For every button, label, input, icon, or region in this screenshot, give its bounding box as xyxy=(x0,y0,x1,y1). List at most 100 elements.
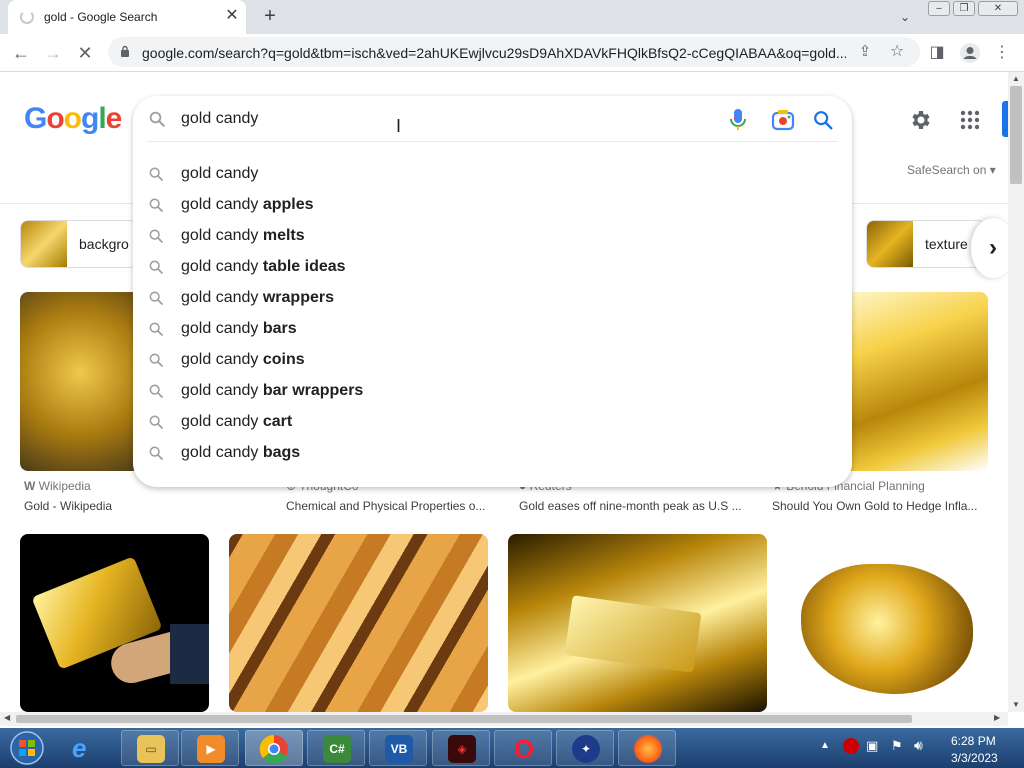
new-tab-button[interactable]: + xyxy=(259,5,281,27)
result-title[interactable]: Gold eases off nine-month peak as U.S ..… xyxy=(519,499,749,513)
settings-gear-icon[interactable] xyxy=(908,108,932,132)
lock-icon xyxy=(121,45,129,57)
search-submit-icon[interactable] xyxy=(812,109,834,131)
safesearch-label: SafeSearch on xyxy=(907,163,987,177)
vertical-scrollbar[interactable]: ▲ ▼ xyxy=(1008,72,1024,712)
taskbar-app-globe[interactable]: ✦ xyxy=(556,730,614,766)
taskbar-media-player[interactable]: ▶ xyxy=(181,730,239,766)
tray-expand-icon[interactable]: ▲ xyxy=(820,740,830,751)
related-chip-background[interactable]: backgro xyxy=(20,220,140,268)
taskbar-vb[interactable]: VB xyxy=(369,730,427,766)
safesearch-dropdown[interactable]: SafeSearch on ▾ xyxy=(907,163,996,177)
url-text: google.com/search?q=gold&tbm=isch&ved=2a… xyxy=(142,45,846,61)
search-icon xyxy=(149,322,163,336)
suggestion-item[interactable]: gold candy table ideas xyxy=(133,252,852,283)
text-cursor-icon: I xyxy=(396,116,402,136)
forward-icon[interactable]: → xyxy=(42,42,64,64)
action-center-flag-icon[interactable]: ⚑ xyxy=(891,738,903,754)
google-logo[interactable]: Google xyxy=(24,102,122,136)
result-image-gold-bar-stack[interactable] xyxy=(229,534,488,712)
related-chip-texture[interactable]: texture xyxy=(866,220,986,268)
scroll-right-icon[interactable]: ▶ xyxy=(994,713,1000,722)
suggestion-text: gold candy bars xyxy=(181,320,297,337)
taskbar-opera[interactable]: O xyxy=(494,730,552,766)
result-image-gold-bar-in-hand[interactable] xyxy=(20,534,209,712)
suggestion-item[interactable]: gold candy cart xyxy=(133,407,852,438)
suggestion-text: gold candy table ideas xyxy=(181,258,346,275)
chrome-menu-icon[interactable]: ⋮ xyxy=(991,42,1013,64)
clock-date[interactable]: 3/3/2023 xyxy=(951,751,998,765)
bookmark-star-icon[interactable]: ☆ xyxy=(886,41,908,63)
suggestion-text: gold candy apples xyxy=(181,196,314,213)
share-icon[interactable]: ⇪ xyxy=(854,41,876,63)
network-icon[interactable]: ▣ xyxy=(866,738,878,754)
clock-time[interactable]: 6:28 PM xyxy=(951,734,996,748)
suggestion-item[interactable]: gold candy coins xyxy=(133,345,852,376)
result-title[interactable]: Chemical and Physical Properties o... xyxy=(286,499,496,513)
result-source[interactable]: W Wikipedia xyxy=(24,479,91,493)
vb-icon: VB xyxy=(385,735,413,763)
back-icon[interactable]: ← xyxy=(10,42,32,64)
windows-start-orb-icon[interactable] xyxy=(7,730,47,766)
search-icon xyxy=(149,111,165,127)
result-image-gold-crystal-nugget[interactable] xyxy=(787,534,987,712)
suggestion-item[interactable]: gold candy xyxy=(133,159,852,190)
volume-icon[interactable]: 🔊︎ xyxy=(914,737,923,754)
taskbar-firefox[interactable] xyxy=(618,730,676,766)
close-tab-icon[interactable]: ✕ xyxy=(223,7,241,25)
result-image-gold-bars[interactable] xyxy=(836,292,988,471)
window-close-button[interactable]: ✕ xyxy=(978,1,1018,16)
chip-thumbnail xyxy=(21,221,67,267)
internet-explorer-icon[interactable]: e xyxy=(72,734,102,762)
suggestion-text: gold candy xyxy=(181,165,259,182)
search-input[interactable]: gold candy xyxy=(181,110,258,128)
vertical-scroll-thumb[interactable] xyxy=(1010,86,1022,184)
side-panel-icon[interactable]: ◨ xyxy=(926,42,948,64)
search-icon xyxy=(149,198,163,212)
suggestion-item[interactable]: gold candy bars xyxy=(133,314,852,345)
minimize-button[interactable]: – xyxy=(928,1,950,16)
stop-loading-icon[interactable]: ✕ xyxy=(74,42,96,64)
chip-label: backgro xyxy=(79,236,129,252)
chrome-icon xyxy=(259,734,288,764)
result-image-gold-nugget[interactable] xyxy=(20,292,140,471)
taskbar-csharp[interactable]: C# xyxy=(307,730,365,766)
tab-search-chevron-icon[interactable]: ⌄ xyxy=(896,8,914,26)
voice-search-mic-icon[interactable] xyxy=(729,108,747,132)
suggestion-text: gold candy cart xyxy=(181,413,293,430)
restore-button[interactable]: ❐ xyxy=(953,1,975,16)
address-bar[interactable]: google.com/search?q=gold&tbm=isch&ved=2a… xyxy=(108,37,920,67)
result-title[interactable]: Gold - Wikipedia xyxy=(24,499,264,513)
browser-tab[interactable]: gold - Google Search ✕ xyxy=(8,0,246,34)
scroll-left-icon[interactable]: ◀ xyxy=(4,713,10,722)
suggestion-item[interactable]: gold candy melts xyxy=(133,221,852,252)
taskbar-chrome[interactable] xyxy=(245,730,303,766)
tab-strip: gold - Google Search ✕ + ⌄ – ❐ ✕ xyxy=(0,0,1024,34)
windows-taskbar: e ▭ ▶ C# VB ◈ O ✦ ▲ ▣ ⚑ 🔊︎ xyxy=(0,728,1024,768)
search-icon xyxy=(149,384,163,398)
suggestion-text: gold candy melts xyxy=(181,227,305,244)
result-image-fine-gold-bars[interactable] xyxy=(508,534,767,712)
google-apps-icon[interactable] xyxy=(958,108,982,132)
horizontal-scrollbar[interactable]: ◀ ▶ xyxy=(0,712,1008,726)
search-autocomplete-panel: gold candy I gold candy gold candy apples… xyxy=(133,96,852,487)
suggestion-item[interactable]: gold candy bar wrappers xyxy=(133,376,852,407)
profile-avatar-icon[interactable] xyxy=(959,42,981,64)
lens-camera-icon[interactable] xyxy=(771,109,795,131)
result-title[interactable]: Should You Own Gold to Hedge Infla... xyxy=(772,499,988,513)
suggestion-text: gold candy wrappers xyxy=(181,289,334,306)
taskbar-app-red[interactable]: ◈ xyxy=(432,730,490,766)
taskbar-explorer[interactable]: ▭ xyxy=(121,730,179,766)
opera-icon: O xyxy=(513,734,535,764)
scroll-down-icon[interactable]: ▼ xyxy=(1012,700,1020,709)
csharp-icon: C# xyxy=(323,735,351,763)
tray-app-icon[interactable] xyxy=(843,738,859,754)
tab-title: gold - Google Search xyxy=(44,10,158,24)
scroll-up-icon[interactable]: ▲ xyxy=(1012,74,1020,83)
search-icon xyxy=(149,167,163,181)
horizontal-scroll-thumb[interactable] xyxy=(16,715,912,723)
suggestion-item[interactable]: gold candy wrappers xyxy=(133,283,852,314)
suggestion-item[interactable]: gold candy bags xyxy=(133,438,852,469)
suggestion-item[interactable]: gold candy apples xyxy=(133,190,852,221)
browser-toolbar: ← → ✕ google.com/search?q=gold&tbm=isch&… xyxy=(0,34,1024,72)
